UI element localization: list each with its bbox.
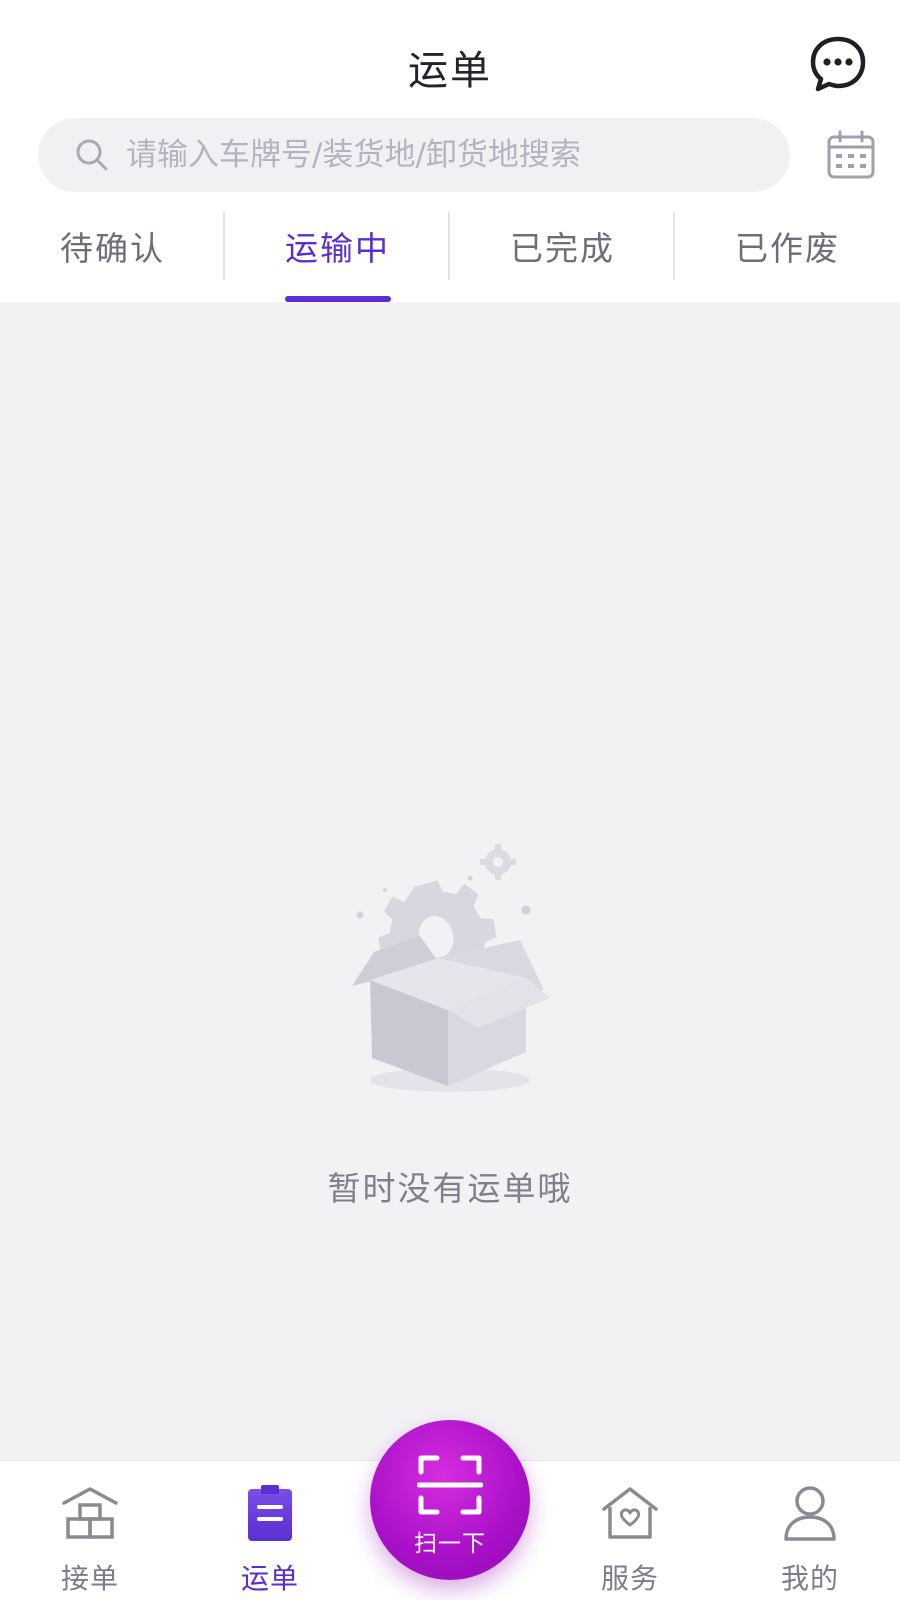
tabbar-label: 我的 <box>780 1562 839 1595</box>
heart-house-icon <box>602 1487 658 1539</box>
active-tab-indicator <box>284 296 391 302</box>
tabbar-label: 接单 <box>60 1562 119 1595</box>
messages-button[interactable] <box>808 34 868 94</box>
tabbar-label: 运单 <box>240 1562 299 1595</box>
tabbar-item-services[interactable]: 服务 <box>560 1481 700 1596</box>
search-input[interactable] <box>126 137 746 173</box>
search-bar[interactable] <box>38 118 790 192</box>
tab-pending-confirm[interactable]: 待确认 <box>0 210 225 282</box>
tab-label: 已完成 <box>510 229 615 268</box>
status-tabs: 待确认 运输中 已完成 已作废 <box>0 210 900 302</box>
header: 运单 请输入车牌号/装货地/卸货地搜索 待确认 运输中 已完成 已作废 <box>0 0 900 302</box>
tab-label: 运输中 <box>285 229 390 268</box>
calendar-icon <box>827 130 875 179</box>
tab-label: 已作废 <box>735 229 840 268</box>
empty-message: 暂时没有运单哦 <box>327 1169 573 1208</box>
tabbar-item-orders[interactable]: 接单 <box>20 1481 160 1596</box>
search-icon <box>76 139 108 171</box>
tab-in-transit[interactable]: 运输中 <box>225 210 450 302</box>
scan-label: 扫一下 <box>414 1531 486 1557</box>
empty-state: 暂时没有运单哦 <box>0 840 900 1210</box>
tab-label: 待确认 <box>60 229 165 268</box>
empty-box-gears-icon <box>352 844 550 1092</box>
chat-bubble-icon <box>810 36 866 92</box>
clipboard-icon <box>248 1485 292 1541</box>
tabbar-label: 服务 <box>600 1562 659 1595</box>
order-house-icon <box>62 1487 118 1539</box>
calendar-button[interactable] <box>826 130 876 180</box>
scan-button[interactable]: 扫一下 <box>370 1420 530 1580</box>
tab-voided[interactable]: 已作废 <box>675 210 900 282</box>
page-title: 运单 <box>408 48 492 94</box>
user-icon <box>784 1486 836 1541</box>
tabbar-item-waybills[interactable]: 运单 <box>200 1481 340 1596</box>
scan-frame-icon <box>417 1455 483 1515</box>
tabbar-item-profile[interactable]: 我的 <box>740 1481 880 1596</box>
title-bar: 运单 <box>0 20 900 110</box>
tab-completed[interactable]: 已完成 <box>450 210 675 282</box>
